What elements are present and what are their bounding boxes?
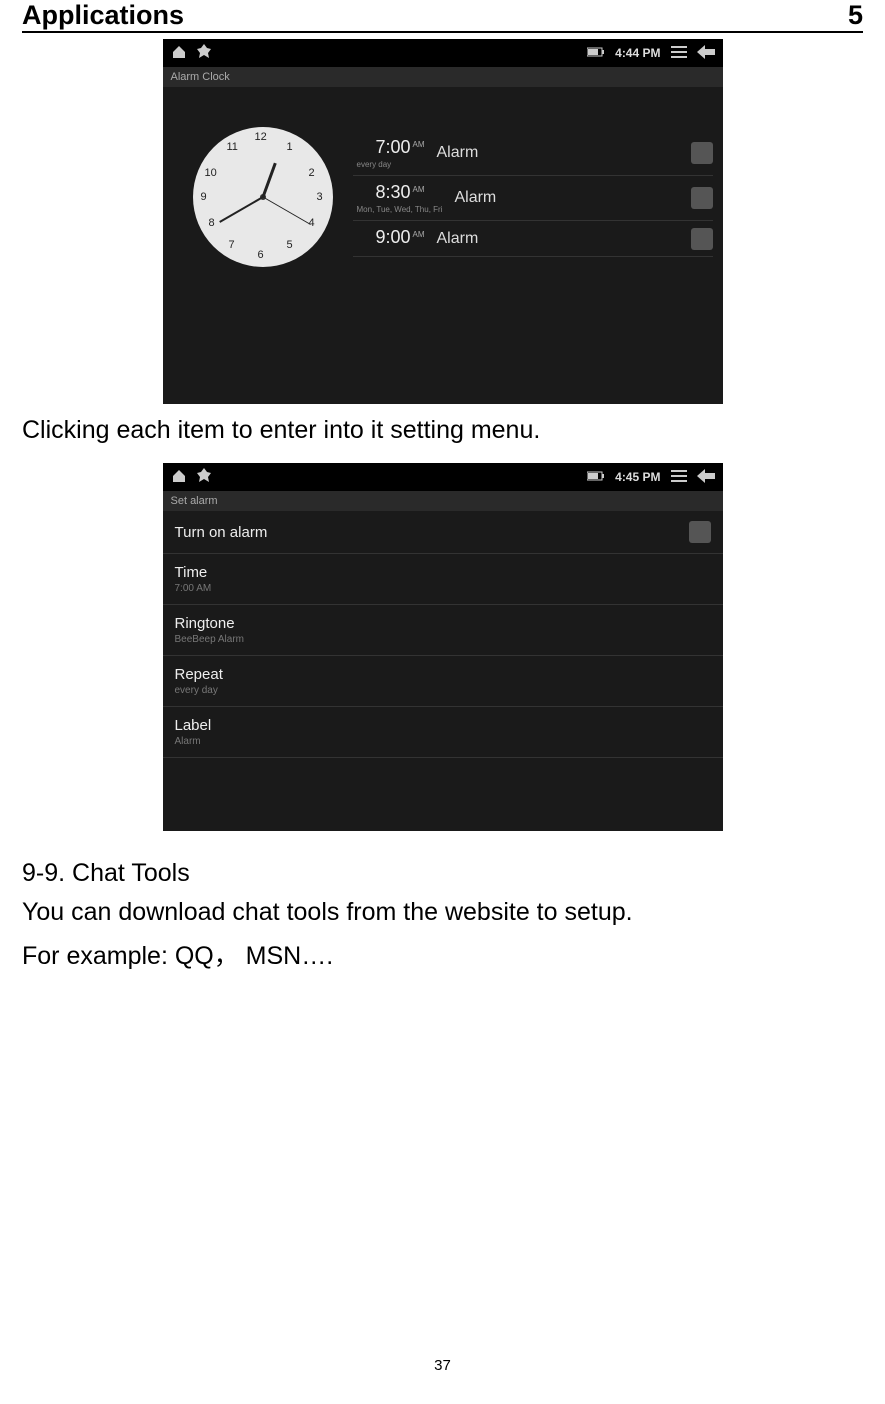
alarm-label: Alarm <box>437 230 691 248</box>
setting-repeat[interactable]: Repeat every day <box>163 656 723 707</box>
alarm-row[interactable]: 8:30AM Mon, Tue, Wed, Thu, Fri Alarm <box>353 176 713 221</box>
screen-title: Set alarm <box>163 491 723 511</box>
clock-num-12: 12 <box>255 131 267 143</box>
screenshot-set-alarm: 4:45 PM Set alarm Turn on alarm Time 7:0… <box>163 463 723 831</box>
setting-label-row[interactable]: Label Alarm <box>163 707 723 758</box>
status-bar: 4:44 PM <box>163 39 723 67</box>
setting-label: Turn on alarm <box>175 524 268 541</box>
setting-label: Repeat <box>175 666 223 683</box>
setting-label: Label <box>175 717 212 734</box>
alarm-row[interactable]: 9:00AM Alarm <box>353 221 713 257</box>
clock-num-3: 3 <box>317 191 323 203</box>
widget-icon[interactable] <box>197 44 211 63</box>
alarm-ampm: AM <box>413 185 425 194</box>
alarm-checkbox[interactable] <box>691 228 713 250</box>
alarm-time: 7:00 <box>375 137 410 157</box>
page-number: 37 <box>0 1357 885 1374</box>
section-number: 9-9. <box>22 859 65 887</box>
alarm-label: Alarm <box>454 189 690 207</box>
clock-num-8: 8 <box>209 217 215 229</box>
caption-text: Clicking each item to enter into it sett… <box>22 416 863 445</box>
home-icon[interactable] <box>171 468 187 487</box>
battery-icon <box>587 470 605 484</box>
status-bar: 4:45 PM <box>163 463 723 491</box>
alarm-ampm: AM <box>413 140 425 149</box>
clock-num-7: 7 <box>229 239 235 251</box>
clock-num-10: 10 <box>205 167 217 179</box>
menu-icon[interactable] <box>671 470 687 485</box>
alarm-toggle-checkbox[interactable] <box>689 521 711 543</box>
alarm-time: 9:00 <box>375 227 410 247</box>
alarm-repeat: every day <box>353 160 425 169</box>
page-title: Applications <box>22 0 184 31</box>
section-heading: 9-9. Chat Tools <box>22 859 863 888</box>
body-paragraph: For example: QQ， MSN…. <box>22 938 863 976</box>
alarm-row[interactable]: 7:00AM every day Alarm <box>353 131 713 176</box>
alarm-repeat: Mon, Tue, Wed, Thu, Fri <box>353 205 443 214</box>
screenshot-alarm-clock: 4:44 PM Alarm Clock 12 1 2 3 4 5 6 7 8 9… <box>163 39 723 404</box>
back-icon[interactable] <box>697 469 715 486</box>
alarm-label: Alarm <box>437 144 691 162</box>
setting-value: BeeBeep Alarm <box>175 634 245 645</box>
back-icon[interactable] <box>697 45 715 62</box>
alarm-checkbox[interactable] <box>691 142 713 164</box>
setting-value: 7:00 AM <box>175 583 212 594</box>
alarm-checkbox[interactable] <box>691 187 713 209</box>
status-time: 4:44 PM <box>615 46 660 60</box>
alarm-ampm: AM <box>413 230 425 239</box>
clock-num-2: 2 <box>309 167 315 179</box>
status-time: 4:45 PM <box>615 470 660 484</box>
setting-value: every day <box>175 685 223 696</box>
setting-label: Time <box>175 564 212 581</box>
clock-num-6: 6 <box>258 249 264 261</box>
setting-label: Ringtone <box>175 615 245 632</box>
chapter-number: 5 <box>848 0 863 31</box>
clock-num-1: 1 <box>287 141 293 153</box>
clock-num-9: 9 <box>201 191 207 203</box>
screen-title: Alarm Clock <box>163 67 723 87</box>
home-icon[interactable] <box>171 44 187 63</box>
setting-time[interactable]: Time 7:00 AM <box>163 554 723 605</box>
battery-icon <box>587 46 605 60</box>
widget-icon[interactable] <box>197 468 211 487</box>
setting-ringtone[interactable]: Ringtone BeeBeep Alarm <box>163 605 723 656</box>
alarm-time: 8:30 <box>375 182 410 202</box>
setting-value: Alarm <box>175 736 212 747</box>
setting-turn-on-alarm[interactable]: Turn on alarm <box>163 511 723 554</box>
clock-num-11: 11 <box>227 141 238 153</box>
clock-num-5: 5 <box>287 239 293 251</box>
section-title: Chat Tools <box>72 859 190 887</box>
menu-icon[interactable] <box>671 46 687 61</box>
analog-clock: 12 1 2 3 4 5 6 7 8 9 10 11 <box>193 127 333 267</box>
body-paragraph: You can download chat tools from the web… <box>22 894 863 932</box>
